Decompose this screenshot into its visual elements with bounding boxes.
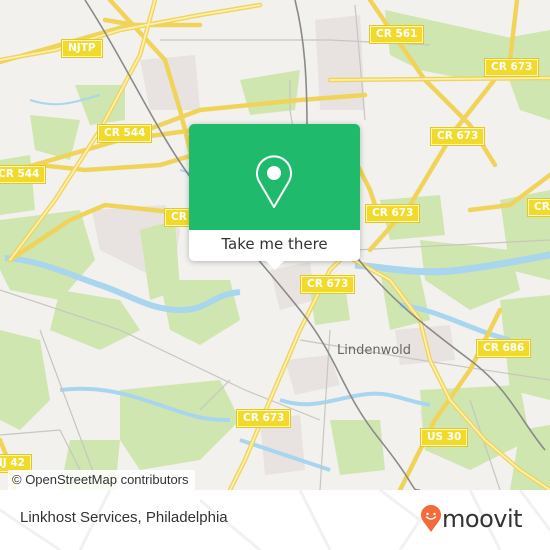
place-name: Linkhost Services, Philadelphia bbox=[20, 509, 228, 526]
road-label-cr544: CR 544 bbox=[0, 165, 47, 184]
location-popup: Take me there bbox=[189, 124, 360, 270]
road-label-cr673: CR 673 bbox=[364, 204, 421, 223]
road-label-cr544: CR 544 bbox=[96, 124, 153, 143]
location-pin-icon bbox=[256, 155, 292, 208]
road-label-us30: US 30 bbox=[419, 428, 469, 447]
road-label-cr673: CR 673 bbox=[483, 58, 540, 77]
map-attribution[interactable]: © OpenStreetMap contributors bbox=[8, 470, 195, 490]
road-label-cr673: CR 673 bbox=[235, 409, 292, 428]
place-label-lindenwold: Lindenwold bbox=[337, 343, 412, 358]
road-label-cr686: CR 686 bbox=[475, 339, 532, 358]
road-label-cr561: CR 561 bbox=[368, 25, 425, 44]
moovit-smile-pin-icon bbox=[421, 505, 441, 532]
moovit-wordmark: moovit bbox=[442, 505, 523, 533]
road-label-cr673: CR 673 bbox=[429, 127, 486, 146]
road-label-cr673: CR 673 bbox=[299, 275, 356, 294]
popup-header bbox=[189, 124, 360, 230]
road-label-njtp: NJTP bbox=[61, 39, 103, 58]
map-view[interactable]: NJTP CR 561 CR 673 CR 544 CR 673 CR 544 … bbox=[0, 0, 550, 490]
road-label-cr: CR bbox=[527, 198, 550, 217]
popup-pointer bbox=[266, 261, 284, 270]
take-me-there-button[interactable]: Take me there bbox=[189, 230, 360, 261]
footer-bar: Linkhost Services, Philadelphia moovit bbox=[0, 490, 550, 550]
